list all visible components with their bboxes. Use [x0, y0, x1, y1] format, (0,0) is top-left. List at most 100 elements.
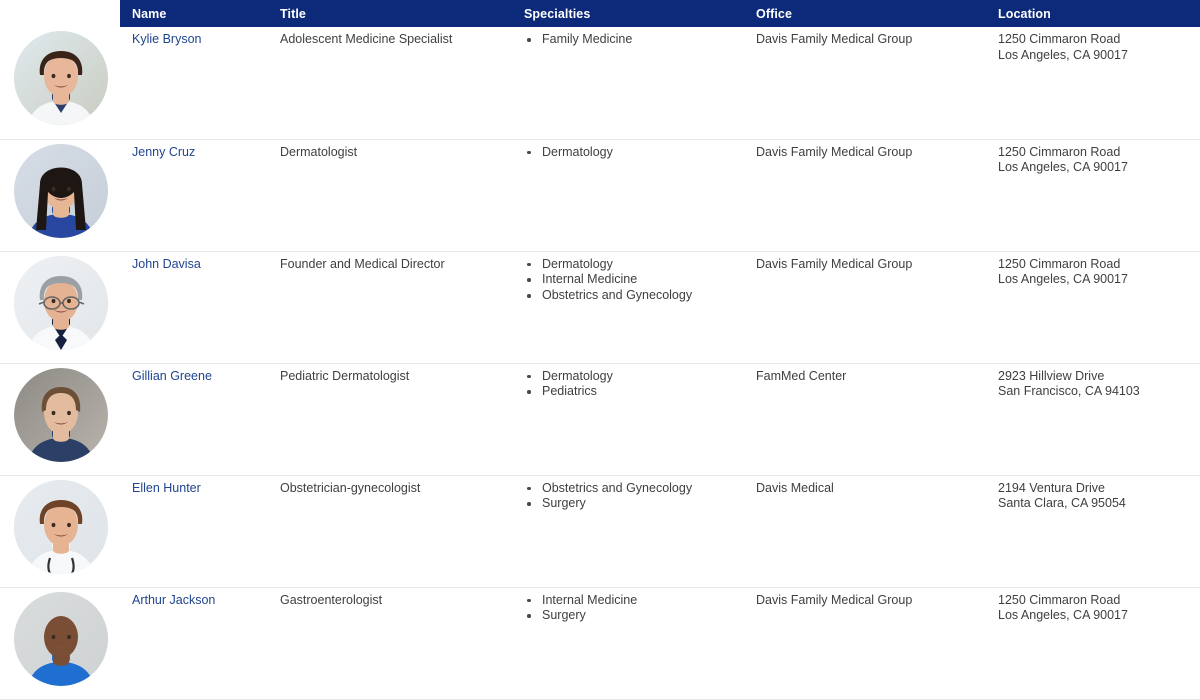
address-line-2: Los Angeles, CA 90017	[998, 47, 1128, 62]
provider-avatar-cell	[0, 363, 120, 475]
provider-title-cell: Dermatologist	[268, 139, 512, 251]
column-header-office-label: Office	[756, 6, 793, 21]
provider-office-cell: Davis Family Medical Group	[744, 27, 986, 139]
column-header-title[interactable]: Title	[268, 0, 512, 27]
address-line-1: 2194 Ventura Drive	[998, 480, 1106, 495]
table-row[interactable]: Gillian Greene Pediatric Dermatologist Der…	[0, 363, 1200, 475]
column-header-title-label: Title	[280, 6, 306, 21]
address-line-1: 2923 Hillview Drive	[998, 368, 1105, 383]
provider-name-link[interactable]: Ellen Hunter	[132, 481, 201, 495]
specialty-item: Dermatology	[524, 145, 734, 161]
provider-specialties-cell: Dermatology Pediatrics	[512, 363, 744, 475]
provider-office-cell: FamMed Center	[744, 363, 986, 475]
avatar[interactable]	[14, 591, 108, 686]
specialty-item: Pediatrics	[524, 384, 734, 400]
provider-location-cell: 2194 Ventura Drive Santa Clara, CA 95054	[986, 475, 1200, 587]
provider-name-link[interactable]: Kylie Bryson	[132, 32, 201, 46]
provider-office-text: Davis Family Medical Group	[756, 144, 913, 159]
provider-name-link[interactable]: John Davisa	[132, 257, 201, 271]
provider-name-cell: Gillian Greene	[120, 363, 268, 475]
provider-location-cell: 1250 Cimmaron Road Los Angeles, CA 90017	[986, 27, 1200, 139]
provider-name-link[interactable]: Arthur Jackson	[132, 593, 215, 607]
specialty-item: Dermatology	[524, 369, 734, 385]
address-line-1: 1250 Cimmaron Road	[998, 32, 1121, 46]
provider-specialties-cell: Obstetrics and Gynecology Surgery	[512, 475, 744, 587]
column-header-specialties-label: Specialties	[524, 6, 591, 21]
provider-name-link[interactable]: Jenny Cruz	[132, 145, 195, 159]
provider-title-text: Dermatologist	[280, 144, 358, 159]
column-header-avatar	[0, 0, 120, 27]
column-header-office[interactable]: Office	[744, 0, 986, 27]
address-line-2: Los Angeles, CA 90017	[998, 272, 1128, 286]
table-row[interactable]: John Davisa Founder and Medical Director D…	[0, 251, 1200, 363]
provider-title-cell: Pediatric Dermatologist	[268, 363, 512, 475]
provider-name-cell: Ellen Hunter	[120, 475, 268, 587]
provider-office-cell: Davis Family Medical Group	[744, 587, 986, 699]
specialty-list: Family Medicine	[524, 32, 734, 48]
provider-location-cell: 1250 Cimmaron Road Los Angeles, CA 90017	[986, 139, 1200, 251]
provider-specialties-cell: Dermatology	[512, 139, 744, 251]
provider-office-text: Davis Family Medical Group	[756, 256, 913, 271]
provider-title-cell: Adolescent Medicine Specialist	[268, 27, 512, 139]
provider-name-cell: Arthur Jackson	[120, 587, 268, 699]
specialty-item: Surgery	[524, 608, 734, 624]
table-body: Kylie Bryson Adolescent Medicine Speciali…	[0, 27, 1200, 699]
provider-title-text: Gastroenterologist	[280, 592, 383, 607]
specialty-item: Obstetrics and Gynecology	[524, 288, 734, 304]
provider-location-cell: 1250 Cimmaron Road Los Angeles, CA 90017	[986, 587, 1200, 699]
provider-office-text: Davis Family Medical Group	[756, 32, 913, 46]
address-line-2: San Francisco, CA 94103	[998, 384, 1140, 398]
provider-office-cell: Davis Medical	[744, 475, 986, 587]
avatar[interactable]	[14, 479, 108, 574]
column-header-name[interactable]: Name	[120, 0, 268, 27]
provider-title-cell: Gastroenterologist	[268, 587, 512, 699]
address-line-1: 1250 Cimmaron Road	[998, 144, 1121, 159]
provider-office-text: Davis Medical	[756, 480, 834, 495]
address-line-2: Los Angeles, CA 90017	[998, 160, 1128, 174]
specialty-list: Dermatology Internal Medicine Obstetrics a…	[524, 257, 734, 304]
provider-title-text: Pediatric Dermatologist	[280, 368, 410, 383]
provider-office-text: FamMed Center	[756, 368, 847, 383]
provider-name-cell: Kylie Bryson	[120, 27, 268, 139]
provider-title-cell: Founder and Medical Director	[268, 251, 512, 363]
column-header-location[interactable]: Location	[986, 0, 1200, 27]
provider-avatar-cell	[0, 251, 120, 363]
table-row[interactable]: Jenny Cruz Dermatologist Dermatology Davis …	[0, 139, 1200, 251]
avatar[interactable]	[14, 143, 108, 238]
avatar[interactable]	[14, 367, 108, 462]
provider-title-cell: Obstetrician-gynecologist	[268, 475, 512, 587]
specialty-item: Obstetrics and Gynecology	[524, 481, 734, 497]
provider-location-cell: 2923 Hillview Drive San Francisco, CA 94…	[986, 363, 1200, 475]
specialty-list: Obstetrics and Gynecology Surgery	[524, 481, 734, 513]
provider-name-cell: Jenny Cruz	[120, 139, 268, 251]
provider-avatar-cell	[0, 27, 120, 139]
provider-office-cell: Davis Family Medical Group	[744, 251, 986, 363]
avatar[interactable]	[14, 255, 108, 350]
table-row[interactable]: Ellen Hunter Obstetrician-gynecologist Obs…	[0, 475, 1200, 587]
provider-name-cell: John Davisa	[120, 251, 268, 363]
address-line-1: 1250 Cimmaron Road	[998, 592, 1121, 607]
specialty-list: Internal Medicine Surgery	[524, 593, 734, 625]
column-header-specialties[interactable]: Specialties	[512, 0, 744, 27]
avatar[interactable]	[14, 31, 108, 125]
address-line-2: Santa Clara, CA 95054	[998, 496, 1126, 510]
provider-avatar-cell	[0, 587, 120, 699]
table-header: Name Title Specialties Office Location	[0, 0, 1200, 27]
provider-location-cell: 1250 Cimmaron Road Los Angeles, CA 90017	[986, 251, 1200, 363]
provider-directory-table: Name Title Specialties Office Location K…	[0, 0, 1200, 700]
provider-specialties-cell: Internal Medicine Surgery	[512, 587, 744, 699]
specialty-item: Internal Medicine	[524, 272, 734, 288]
table-row[interactable]: Kylie Bryson Adolescent Medicine Speciali…	[0, 27, 1200, 139]
specialty-item: Internal Medicine	[524, 593, 734, 609]
table-row[interactable]: Arthur Jackson Gastroenterologist Internal…	[0, 587, 1200, 699]
column-header-location-label: Location	[998, 6, 1051, 21]
address-line-2: Los Angeles, CA 90017	[998, 608, 1128, 622]
provider-office-text: Davis Family Medical Group	[756, 592, 913, 607]
address-line-1: 1250 Cimmaron Road	[998, 256, 1121, 271]
provider-avatar-cell	[0, 475, 120, 587]
specialty-item: Family Medicine	[524, 32, 734, 48]
provider-title-text: Founder and Medical Director	[280, 256, 445, 271]
specialty-item: Dermatology	[524, 257, 734, 273]
provider-name-link[interactable]: Gillian Greene	[132, 369, 212, 383]
provider-office-cell: Davis Family Medical Group	[744, 139, 986, 251]
